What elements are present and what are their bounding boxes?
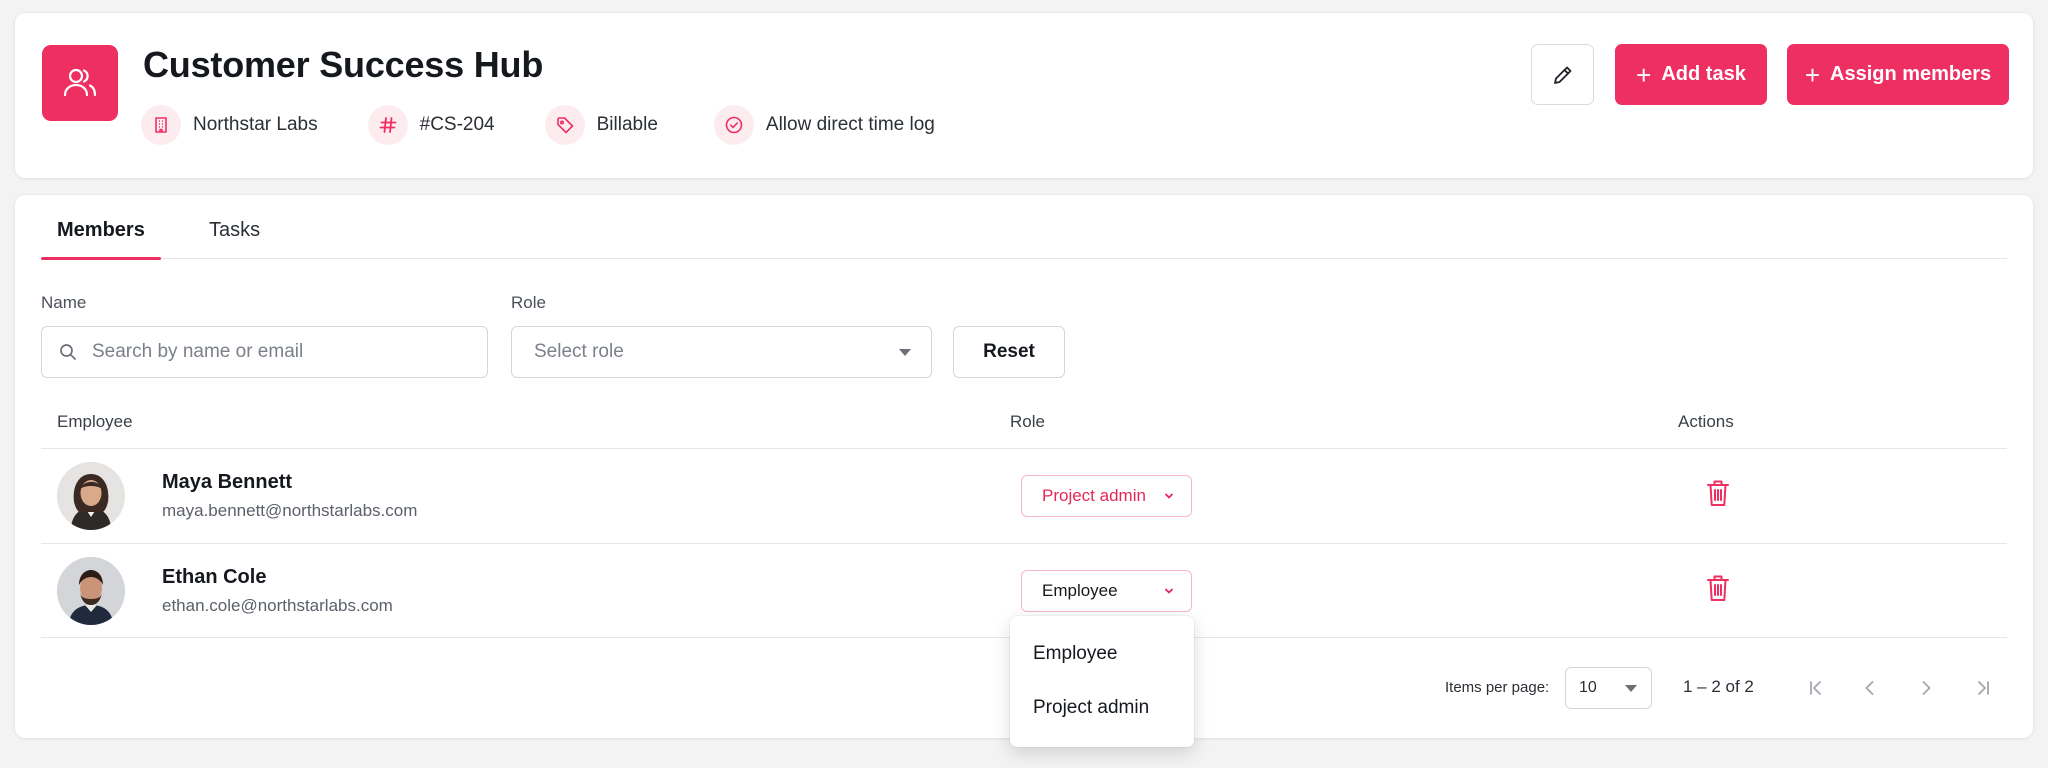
- trash-icon: [1707, 480, 1729, 506]
- project-header-card: Customer Success Hub Northstar Labs #CS-…: [15, 13, 2033, 178]
- avatar: [57, 462, 125, 530]
- column-header-actions: Actions: [1678, 412, 1734, 431]
- check-circle-icon: [713, 105, 754, 145]
- tab-bar: Members Tasks: [41, 215, 2007, 260]
- tag-icon: [544, 105, 585, 145]
- pagination-range: 1 – 2 of 2: [1683, 677, 1754, 696]
- items-per-page-select[interactable]: 10: [1565, 667, 1652, 709]
- first-page-icon: [1810, 681, 1821, 695]
- edit-button[interactable]: [1531, 44, 1594, 105]
- avatar: [57, 557, 125, 625]
- building-icon: [141, 105, 181, 145]
- role-dropdown[interactable]: Project admin: [1021, 475, 1192, 517]
- meta-time-log-label: Allow direct time log: [765, 114, 935, 135]
- role-dropdown-menu: Employee Project admin: [1010, 616, 1194, 747]
- caret-down-icon: [1625, 685, 1637, 692]
- add-task-label: Add task: [1661, 63, 1746, 85]
- assign-members-button[interactable]: + Assign members: [1787, 44, 2009, 105]
- tab-members[interactable]: Members: [41, 215, 161, 260]
- assign-members-label: Assign members: [1830, 63, 1992, 85]
- items-per-page-label: Items per page:: [1445, 679, 1550, 696]
- previous-page-button[interactable]: [1853, 671, 1887, 705]
- plus-icon: +: [1636, 59, 1652, 90]
- last-page-icon: [1978, 681, 1989, 695]
- chevron-down-icon: [1165, 493, 1173, 499]
- menu-item-employee[interactable]: Employee: [1033, 643, 1118, 665]
- employee-name: Ethan Cole: [162, 566, 267, 588]
- delete-button[interactable]: [1705, 478, 1731, 513]
- tab-tasks[interactable]: Tasks: [209, 215, 260, 259]
- table-row: Maya Bennett maya.bennett@northstarlabs.…: [41, 448, 2007, 543]
- last-page-button[interactable]: [1966, 671, 2000, 705]
- first-page-button[interactable]: [1799, 671, 1833, 705]
- role-select[interactable]: Select role: [511, 326, 932, 378]
- role-dropdown-value: Employee: [1042, 581, 1118, 600]
- next-page-button[interactable]: [1909, 671, 1943, 705]
- trash-icon: [1707, 575, 1729, 601]
- meta-company-label: Northstar Labs: [193, 114, 318, 135]
- plus-icon: +: [1804, 59, 1820, 90]
- menu-item-project-admin[interactable]: Project admin: [1033, 697, 1149, 719]
- search-icon: [60, 344, 76, 360]
- items-per-page-value: 10: [1579, 679, 1597, 696]
- meta-code: #CS-204: [367, 105, 495, 145]
- project-meta-row: Northstar Labs #CS-204 Billable Allow di…: [141, 105, 935, 145]
- column-header-employee: Employee: [57, 412, 133, 431]
- caret-down-icon: [899, 349, 911, 356]
- role-dropdown[interactable]: Employee: [1021, 570, 1192, 612]
- page-title: Customer Success Hub: [143, 44, 544, 85]
- employee-email: ethan.cole@northstarlabs.com: [162, 596, 393, 615]
- meta-billing-label: Billable: [596, 114, 658, 135]
- meta-code-label: #CS-204: [419, 114, 495, 135]
- chevron-left-icon: [1865, 681, 1874, 695]
- reset-button[interactable]: Reset: [953, 326, 1065, 378]
- employee-name: Maya Bennett: [162, 471, 293, 493]
- role-dropdown-value: Project admin: [1042, 486, 1146, 505]
- users-icon: [42, 45, 118, 121]
- role-select-placeholder: Select role: [534, 341, 624, 362]
- meta-billing: Billable: [544, 105, 658, 145]
- pencil-icon: [1553, 66, 1571, 84]
- name-filter-label: Name: [41, 293, 87, 312]
- column-header-role: Role: [1010, 412, 1045, 431]
- chevron-right-icon: [1922, 681, 1931, 695]
- meta-time-log: Allow direct time log: [713, 105, 935, 145]
- search-input[interactable]: Search by name or email: [41, 326, 488, 378]
- meta-company: Northstar Labs: [141, 105, 318, 145]
- delete-button[interactable]: [1705, 573, 1731, 608]
- role-filter-label: Role: [511, 293, 546, 312]
- add-task-button[interactable]: + Add task: [1615, 44, 1767, 105]
- employee-email: maya.bennett@northstarlabs.com: [162, 501, 418, 520]
- search-placeholder: Search by name or email: [92, 341, 304, 362]
- chevron-down-icon: [1165, 588, 1173, 594]
- hash-icon: [367, 105, 408, 145]
